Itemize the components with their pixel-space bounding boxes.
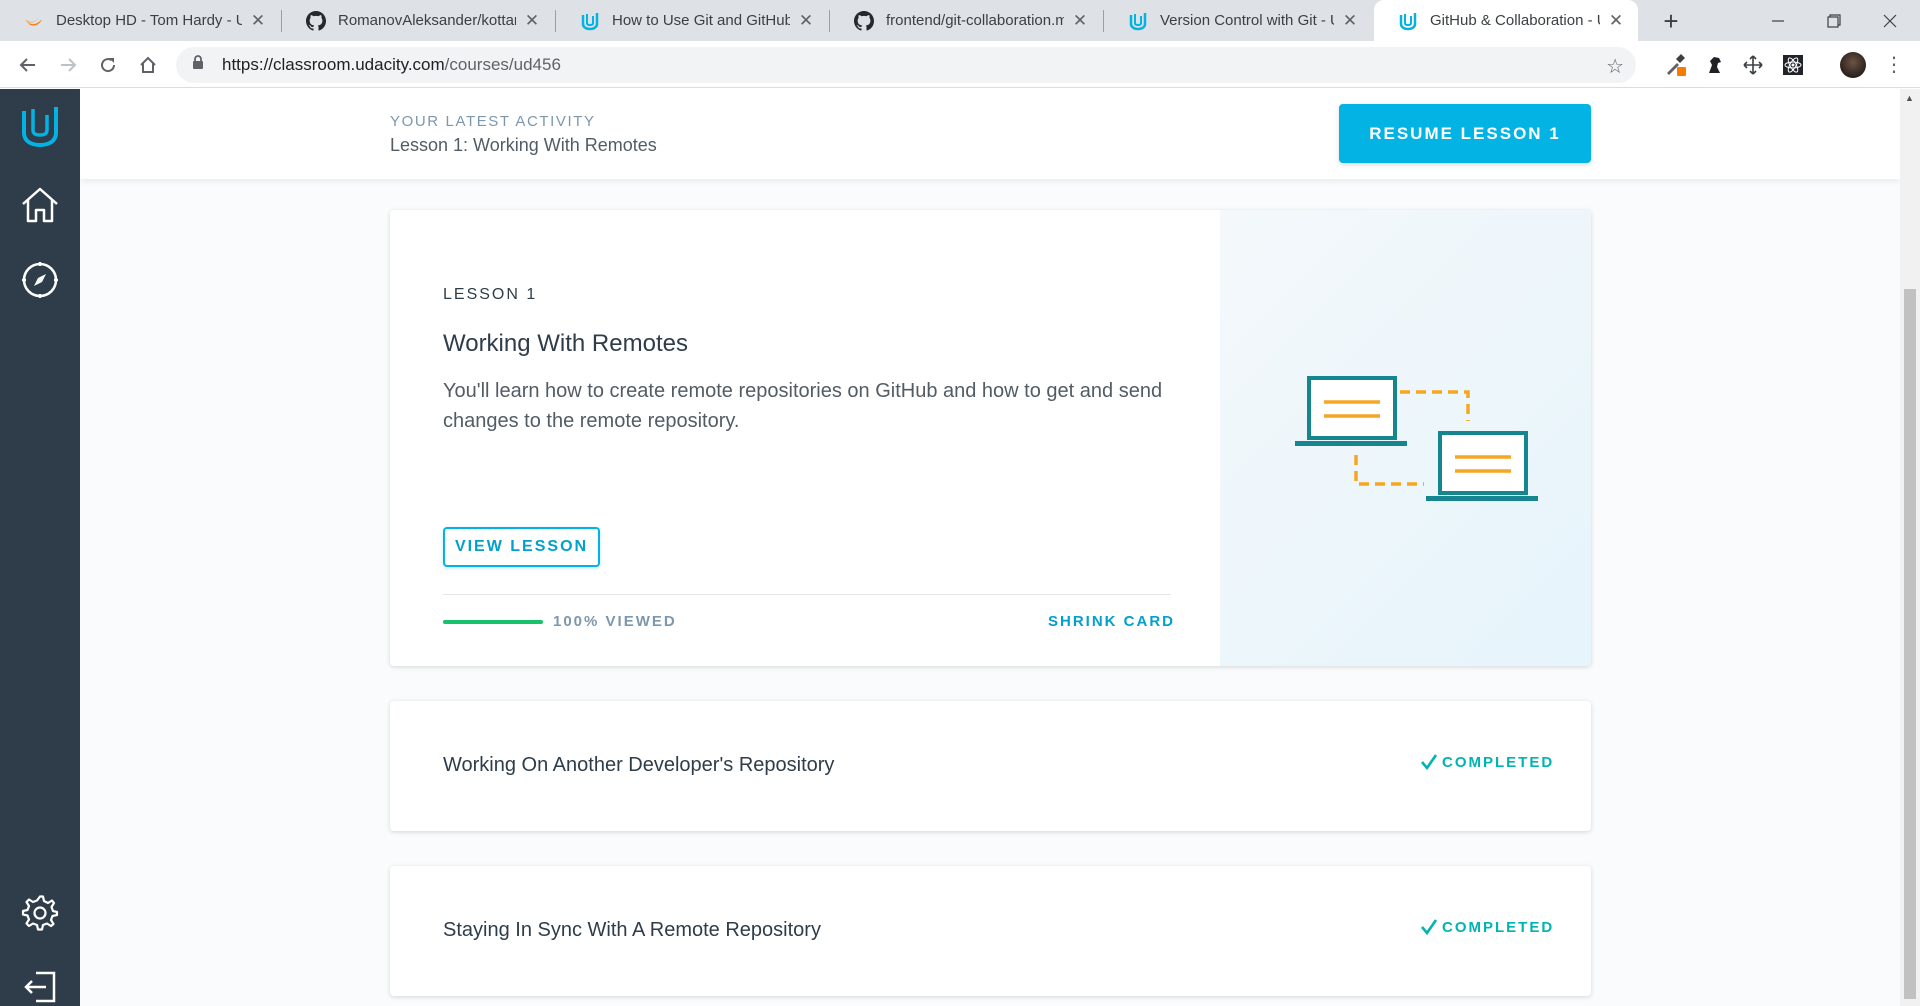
tab-title: How to Use Git and GitHub bbox=[612, 12, 790, 29]
scroll-up-arrow-icon[interactable]: ▲ bbox=[1905, 93, 1914, 103]
course-page: YOUR LATEST ACTIVITY Lesson 1: Working W… bbox=[80, 89, 1900, 1006]
checkmark-icon bbox=[1420, 918, 1438, 936]
shrink-card-button[interactable]: SHRINK CARD bbox=[1048, 613, 1175, 630]
completed-status: COMPLETED bbox=[1420, 753, 1554, 771]
gear-icon[interactable] bbox=[17, 890, 63, 936]
activity-lesson: Lesson 1: Working With Remotes bbox=[390, 135, 657, 155]
github-icon bbox=[306, 10, 326, 31]
status-text: COMPLETED bbox=[1442, 753, 1555, 771]
card-divider bbox=[443, 594, 1171, 595]
status-text: COMPLETED bbox=[1442, 918, 1555, 936]
close-icon[interactable]: ✕ bbox=[1070, 11, 1090, 31]
latest-activity-bar: YOUR LATEST ACTIVITY Lesson 1: Working W… bbox=[80, 89, 1900, 179]
swift-icon bbox=[24, 11, 44, 31]
browser-tab-bar: Desktop HD - Tom Hardy - U ✕ RomanovAlek… bbox=[0, 0, 1920, 41]
browser-tab-4[interactable]: frontend/git-collaboration.m ✕ bbox=[830, 0, 1102, 41]
close-icon[interactable]: ✕ bbox=[522, 11, 542, 31]
view-lesson-button[interactable]: VIEW LESSON bbox=[443, 527, 600, 567]
resume-lesson-button[interactable]: RESUME LESSON 1 bbox=[1339, 104, 1591, 163]
laptops-sync-icon bbox=[1295, 376, 1538, 501]
lesson-number: LESSON 1 bbox=[443, 286, 538, 303]
color-picker-extension-icon[interactable] bbox=[1663, 53, 1687, 77]
udacity-icon bbox=[1398, 11, 1418, 31]
browser-tab-6-active[interactable]: GitHub & Collaboration - Ud ✕ bbox=[1374, 0, 1638, 41]
browser-tab-1[interactable]: Desktop HD - Tom Hardy - U ✕ bbox=[0, 0, 280, 41]
udacity-sidebar bbox=[0, 89, 80, 1006]
concept-title: Staying In Sync With A Remote Repository bbox=[443, 919, 821, 941]
progress-text: 100% VIEWED bbox=[553, 613, 677, 630]
profile-avatar[interactable] bbox=[1840, 52, 1866, 78]
move-extension-icon[interactable] bbox=[1741, 53, 1765, 77]
browser-tab-5[interactable]: Version Control with Git - Ud ✕ bbox=[1104, 0, 1372, 41]
page-scrollbar[interactable]: ▲ bbox=[1900, 89, 1920, 1006]
logout-icon[interactable] bbox=[17, 964, 63, 1006]
tab-title: frontend/git-collaboration.m bbox=[886, 12, 1064, 29]
udacity-icon bbox=[1128, 11, 1148, 31]
forward-icon[interactable] bbox=[52, 49, 84, 81]
home-icon[interactable] bbox=[17, 182, 63, 228]
new-tab-button[interactable]: + bbox=[1654, 4, 1688, 38]
concept-title: Working On Another Developer's Repositor… bbox=[443, 754, 835, 776]
bookmark-star-icon[interactable]: ☆ bbox=[1606, 54, 1624, 79]
lesson-title: Working With Remotes bbox=[443, 330, 688, 357]
completed-status: COMPLETED bbox=[1420, 918, 1554, 936]
activity-label: YOUR LATEST ACTIVITY bbox=[390, 113, 596, 130]
scrollbar-thumb[interactable] bbox=[1904, 289, 1916, 999]
progress-bar-fill bbox=[443, 620, 543, 624]
url-text: https://classroom.udacity.com/courses/ud… bbox=[222, 55, 561, 75]
minimize-icon[interactable] bbox=[1750, 0, 1806, 41]
udacity-logo-icon[interactable] bbox=[17, 103, 63, 149]
progress-bar bbox=[443, 620, 543, 624]
restore-icon[interactable] bbox=[1806, 0, 1862, 41]
address-bar[interactable]: https://classroom.udacity.com/courses/ud… bbox=[176, 47, 1636, 83]
kebab-menu-icon[interactable]: ⋮ bbox=[1884, 50, 1904, 80]
udacity-icon bbox=[580, 11, 600, 31]
tab-title: GitHub & Collaboration - Ud bbox=[1430, 12, 1600, 29]
home-button-icon[interactable] bbox=[132, 49, 164, 81]
close-icon[interactable]: ✕ bbox=[796, 11, 816, 31]
lock-icon bbox=[192, 55, 208, 75]
url-host: https://classroom.udacity.com bbox=[222, 55, 445, 74]
checkmark-icon bbox=[1420, 753, 1438, 771]
horse-extension-icon[interactable] bbox=[1703, 53, 1727, 77]
compass-icon[interactable] bbox=[17, 257, 63, 303]
tab-title: Version Control with Git - Ud bbox=[1160, 12, 1334, 29]
tab-title: Desktop HD - Tom Hardy - U bbox=[56, 12, 242, 29]
close-icon[interactable]: ✕ bbox=[1340, 11, 1360, 31]
concept-card[interactable]: Working On Another Developer's Repositor… bbox=[390, 701, 1591, 831]
browser-toolbar: https://classroom.udacity.com/courses/ud… bbox=[0, 41, 1920, 88]
back-icon[interactable] bbox=[12, 49, 44, 81]
lesson-illustration bbox=[1220, 210, 1591, 666]
browser-tab-2[interactable]: RomanovAleksander/kottans ✕ bbox=[282, 0, 554, 41]
lesson-description: You'll learn how to create remote reposi… bbox=[443, 380, 1163, 432]
github-icon bbox=[854, 10, 874, 31]
reload-icon[interactable] bbox=[92, 49, 124, 81]
lesson-card: LESSON 1 Working With Remotes You'll lea… bbox=[390, 210, 1591, 666]
react-devtools-extension-icon[interactable] bbox=[1781, 53, 1805, 77]
window-close-icon[interactable] bbox=[1862, 0, 1918, 41]
browser-tab-3[interactable]: How to Use Git and GitHub ✕ bbox=[556, 0, 828, 41]
url-path: /courses/ud456 bbox=[444, 55, 561, 74]
close-icon[interactable]: ✕ bbox=[248, 11, 268, 31]
concept-card[interactable]: Staying In Sync With A Remote Repository… bbox=[390, 866, 1591, 996]
tab-title: RomanovAleksander/kottans bbox=[338, 12, 516, 29]
close-icon[interactable]: ✕ bbox=[1606, 11, 1626, 31]
